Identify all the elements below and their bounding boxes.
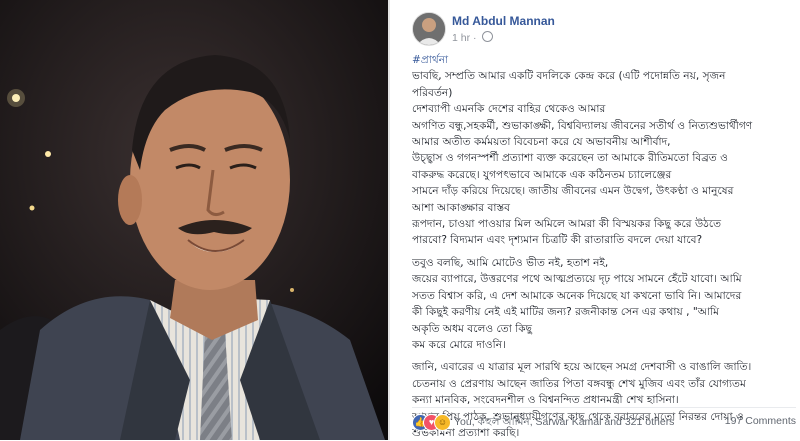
post-footer: 👍 ♥ ☺ You, কহুল আমিন, Sarwar Kamal and 3… [412,407,796,434]
post-text-line: অগণিত বন্ধু,সহকর্মী, শুভাকাঙ্ক্ষী, বিশ্ব… [412,119,753,132]
post-text-line: উচ্ছ্বাস ও গগনস্পর্শী প্রত্যাশা ব্যক্ত ক… [412,152,728,165]
dot-separator: · [473,32,480,44]
post-text-line: সামনে দাঁড় করিয়ে দিয়েছে। জাতীয় জীবনে… [412,185,734,198]
post-text-line: রূপদান, চাওয়া পাওয়ার মিল অমিলে আমরা কী… [412,218,722,231]
post-text-line: ভাবছি, সম্প্রতি আমার একটি বদলিকে কেন্দ্র… [412,70,726,83]
post-time[interactable]: 1 hr [452,32,470,44]
facebook-post: Md Abdul Mannan 1 hr · #প্রার্থনা ভাবছি,… [392,0,800,440]
post-text-line: কী কিছুই করণীয় নেই এই মাটির জন্য? রজনীক… [412,306,719,319]
post-text-line: দেশব্যাপী এমনকি দেশের বাহির থেকেও আমার [412,103,606,116]
globe-icon [482,31,494,42]
post-header: Md Abdul Mannan 1 hr · [412,12,792,48]
post-text-line: সতত বিশ্বাস করি, এ দেশ আমাকে অনেক দিয়েছ… [412,289,742,302]
post-text-line: পারবো? বিদ্যমান এবং দৃশ্যমান চিত্রটি কী … [412,234,703,247]
author-name[interactable]: Md Abdul Mannan [452,14,555,28]
post-text-line: কম করে মোরে দাওনি। [412,338,506,351]
post-text-line: চেতনায় ও প্রেরণায় আছেন জাতির পিতা বঙ্গ… [412,377,746,390]
comments-count[interactable]: 197 Comments [725,415,796,427]
post-text-line: অকৃতি অধম বলেও তো কিছু [412,322,533,335]
reactions-summary[interactable]: You, কহুল আমিন, Sarwar Kamal and 321 oth… [454,415,674,432]
panel-divider [388,0,390,440]
man-portrait-image [0,0,388,440]
profile-photo [0,0,388,440]
post-text: #প্রার্থনা ভাবছি, সম্প্রতি আমার একটি বদল… [412,52,796,441]
post-text-line: পরিবর্তন) [412,86,453,99]
avatar-image [413,13,445,45]
post-text-line: জয়ের ব্যাপারে, উত্তরণের পথে আত্মপ্রত্যয… [412,273,742,286]
post-text-line: আমার অতীত কর্মময়তা বিবেচনা করে যে অভাবন… [412,136,671,149]
post-text-line: আশা আকাঙ্ক্ষার বাস্তব [412,201,510,214]
hashtag-link[interactable]: #প্রার্থনা [412,52,796,68]
post-text-line: তবুও বলছি, আমি মোটেও ভীত নই, হতাশ নই, [412,256,609,269]
post-text-line: বাকরুদ্ধ করেছে। যুগপৎভাবে আমাকে এক কঠিনত… [412,168,672,181]
post-text-line: জানি, এবারের এ যাত্রার মূল সারথি হয়ে আছ… [412,361,752,374]
haha-reaction-icon: ☺ [434,414,451,431]
author-avatar[interactable] [412,12,446,46]
post-meta: 1 hr · [452,31,494,44]
